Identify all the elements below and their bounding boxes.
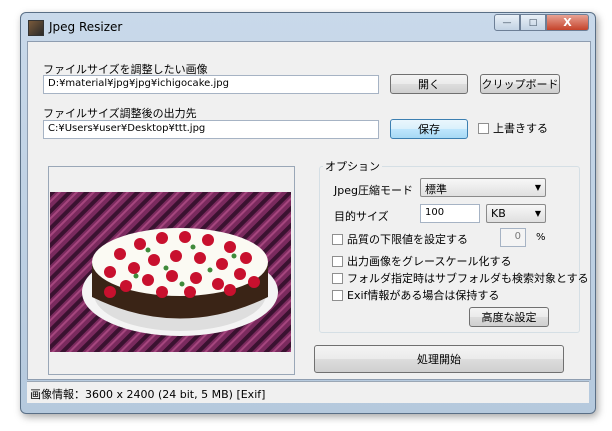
overwrite-label: 上書きする — [493, 122, 548, 135]
status-bar: 画像情報：3600 x 2400 (24 bit, 5 MB) [Exif] — [27, 381, 589, 403]
clipboard-button[interactable]: クリップボード — [480, 74, 560, 94]
quality-min-checkbox[interactable]: 品質の下限値を設定する — [332, 231, 468, 247]
overwrite-checkbox-box[interactable] — [478, 122, 489, 134]
options-title: オプション — [323, 158, 382, 174]
chevron-down-icon: ▼ — [534, 183, 541, 192]
target-size-input[interactable]: 100 — [420, 204, 480, 223]
overwrite-checkbox[interactable]: 上書きする — [478, 120, 548, 136]
minimize-icon: — — [502, 17, 512, 28]
compression-mode-label: Jpeg圧縮モード — [334, 184, 413, 197]
chevron-down-icon: ▼ — [534, 209, 541, 218]
grayscale-label: 出力画像をグレースケール化する — [347, 255, 512, 268]
title-bar[interactable]: Jpeg Resizer — □ X — [21, 13, 595, 41]
grayscale-checkbox-box[interactable] — [332, 255, 343, 267]
subfolder-label: フォルダ指定時はサブフォルダも検索対象とする — [347, 272, 589, 285]
exif-checkbox[interactable]: Exif情報がある場合は保持する — [332, 287, 499, 303]
output-file-label: ファイルサイズ調整後の出力先 — [43, 107, 197, 120]
minimize-button[interactable]: — — [494, 14, 520, 31]
quality-percent-label: % — [536, 232, 546, 243]
close-icon: X — [563, 16, 572, 29]
quality-min-checkbox-box[interactable] — [332, 233, 343, 245]
compression-mode-value: 標準 — [425, 183, 447, 196]
image-info-status: 画像情報：3600 x 2400 (24 bit, 5 MB) [Exif] — [30, 388, 266, 401]
quality-min-input[interactable]: 0 — [500, 228, 526, 247]
cake-photo — [50, 192, 291, 352]
window-title: Jpeg Resizer — [49, 20, 123, 34]
exif-checkbox-box[interactable] — [332, 289, 343, 301]
exif-label: Exif情報がある場合は保持する — [347, 289, 500, 302]
maximize-button[interactable]: □ — [520, 14, 546, 31]
close-button[interactable]: X — [546, 14, 589, 31]
size-unit-value: KB — [491, 207, 506, 220]
grayscale-checkbox[interactable]: 出力画像をグレースケール化する — [332, 253, 511, 269]
image-preview — [48, 166, 295, 375]
subfolder-checkbox-box[interactable] — [332, 272, 343, 284]
input-file-field[interactable]: D:¥material¥jpg¥jpg¥ichigocake.jpg — [43, 75, 379, 94]
quality-min-label: 品質の下限値を設定する — [347, 233, 468, 246]
output-file-field[interactable]: C:¥Users¥user¥Desktop¥ttt.jpg — [43, 120, 379, 139]
open-button[interactable]: 開く — [390, 74, 468, 94]
window-controls: — □ X — [494, 14, 589, 31]
app-icon — [28, 20, 44, 36]
client-area: ファイルサイズを調整したい画像 D:¥material¥jpg¥jpg¥ichi… — [27, 41, 591, 380]
main-window: Jpeg Resizer — □ X ファイルサイズを調整したい画像 D:¥ma… — [20, 12, 596, 414]
start-processing-button[interactable]: 処理開始 — [314, 345, 564, 373]
compression-mode-select[interactable]: 標準 ▼ — [420, 178, 546, 197]
save-button[interactable]: 保存 — [390, 119, 468, 139]
target-size-label: 目的サイズ — [334, 210, 389, 223]
maximize-icon: □ — [528, 17, 538, 28]
advanced-settings-button[interactable]: 高度な設定 — [469, 307, 549, 327]
size-unit-select[interactable]: KB ▼ — [486, 204, 546, 223]
subfolder-checkbox[interactable]: フォルダ指定時はサブフォルダも検索対象とする — [332, 270, 589, 286]
